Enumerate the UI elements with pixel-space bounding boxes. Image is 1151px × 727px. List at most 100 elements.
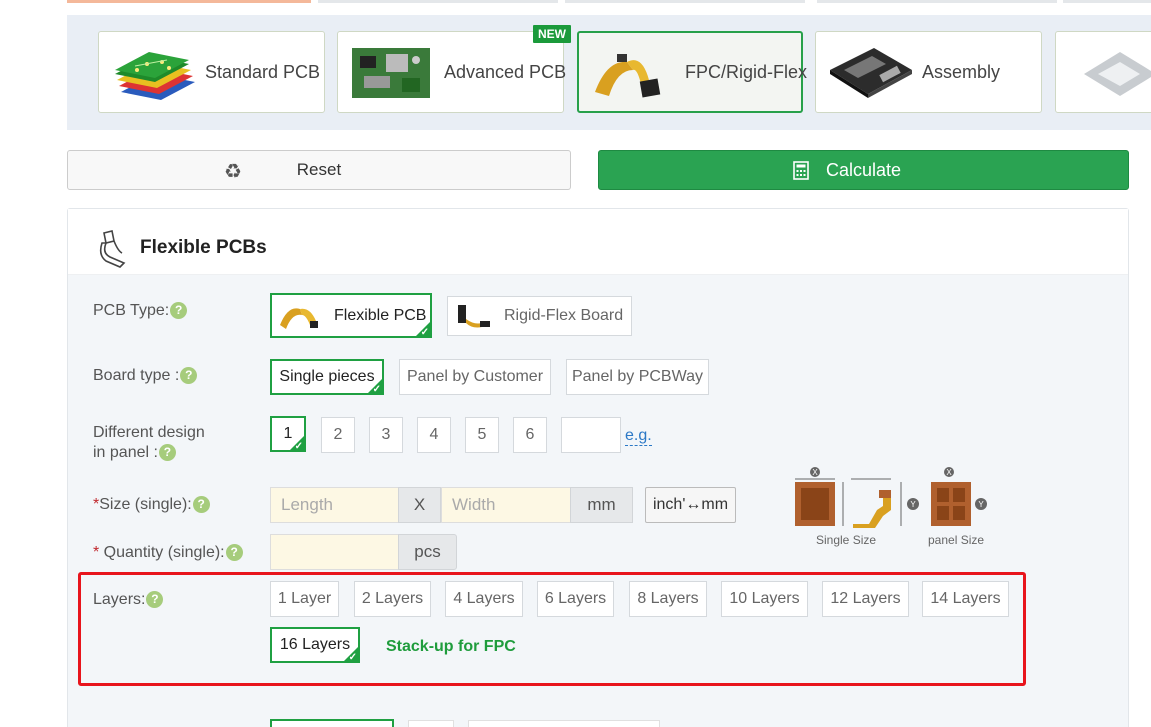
pcb-type-label: PCB Type:?: [93, 301, 188, 321]
top-color-strips: [67, 0, 1151, 3]
option-label: 6: [525, 426, 535, 443]
size-label-text: Size (single):: [99, 496, 192, 513]
standard-pcb-image: [115, 52, 195, 100]
option-label: 10 Layers: [729, 590, 800, 607]
option-design-1[interactable]: 1: [270, 416, 306, 452]
tab-label: FPC/Rigid-Flex: [685, 61, 808, 82]
design-count-input[interactable]: [561, 417, 621, 453]
option-label: Panel by PCBWay: [571, 368, 703, 385]
svg-text:Y: Y: [978, 500, 984, 509]
calculator-icon: [793, 161, 809, 180]
calculate-label: Calculate: [825, 159, 902, 180]
quantity-label: * Quantity (single):?: [93, 543, 243, 563]
option-label: 14 Layers: [930, 590, 1001, 607]
option-label: 2 Layers: [361, 590, 424, 607]
option-16-layers[interactable]: 16 Layers: [270, 627, 360, 663]
option-label: 4: [429, 426, 439, 443]
panel-header: Flexible PCBs: [68, 209, 1128, 275]
unit-toggle-button[interactable]: inch'↔mm: [645, 487, 736, 523]
option-12-layers[interactable]: 12 Layers: [822, 581, 909, 617]
rigid-flex-thumb: [458, 305, 490, 328]
option-8-layers[interactable]: 8 Layers: [629, 581, 707, 617]
reset-label: Reset: [296, 160, 342, 179]
option-design-5[interactable]: 5: [465, 417, 499, 453]
option-label: 1 Layer: [277, 590, 332, 607]
option-label: 3: [381, 426, 391, 443]
quantity-unit: pcs: [398, 534, 457, 570]
option-2-layers[interactable]: 2 Layers: [354, 581, 431, 617]
option-4-layers[interactable]: 4 Layers: [445, 581, 523, 617]
fpc-image: [595, 54, 661, 98]
tab-label: Advanced PCB: [444, 61, 567, 82]
option-label: 16 Layers: [279, 636, 351, 653]
assembly-image: [830, 48, 912, 98]
option-label: 1: [283, 425, 293, 442]
reset-button[interactable]: ♻ Reset: [67, 150, 571, 190]
option-14-layers[interactable]: 14 Layers: [922, 581, 1009, 617]
help-icon[interactable]: ?: [158, 444, 176, 462]
help-icon[interactable]: ?: [170, 302, 188, 320]
stackup-link[interactable]: Stack-up for FPC: [386, 638, 516, 656]
tab-fpc-rigid-flex[interactable]: FPC/Rigid-Flex: [577, 31, 807, 113]
option-single-pieces[interactable]: Single pieces: [270, 359, 384, 395]
next-row-option[interactable]: [270, 719, 394, 727]
tab-stencil[interactable]: [1055, 31, 1151, 113]
help-icon[interactable]: ?: [180, 367, 198, 385]
panel-size-label: panel Size: [928, 533, 985, 547]
tab-advanced-pcb[interactable]: Advanced PCB: [337, 31, 567, 113]
option-label: Rigid-Flex Board: [504, 307, 624, 324]
option-label: 6 Layers: [544, 590, 607, 607]
recycle-icon: ♻: [224, 161, 242, 183]
option-design-6[interactable]: 6: [513, 417, 547, 453]
svg-text:Y: Y: [910, 500, 916, 509]
option-label: Panel by Customer: [406, 368, 544, 385]
flexible-pcb-panel: Flexible PCBs PCB Type:? Flexible PCB Ri…: [67, 208, 1129, 727]
size-separator: X: [398, 487, 441, 523]
quantity-label-text: Quantity (single):: [99, 544, 225, 561]
option-panel-by-pcbway[interactable]: Panel by PCBWay: [566, 359, 709, 395]
option-label: Flexible PCB: [334, 306, 427, 324]
option-label: 4 Layers: [453, 590, 515, 607]
option-6-layers[interactable]: 6 Layers: [537, 581, 614, 617]
size-unit: mm: [570, 487, 633, 523]
tab-assembly[interactable]: Assembly: [815, 31, 1042, 113]
option-design-3[interactable]: 3: [369, 417, 403, 453]
tab-label: Standard PCB: [205, 61, 321, 82]
option-10-layers[interactable]: 10 Layers: [721, 581, 808, 617]
tab-standard-pcb[interactable]: Standard PCB: [98, 31, 325, 113]
length-input[interactable]: Length: [270, 487, 399, 523]
pcb-type-label-text: PCB Type:: [93, 302, 170, 319]
example-link[interactable]: e.g.: [625, 427, 652, 446]
help-icon[interactable]: ?: [225, 544, 243, 562]
panel-title: Flexible PCBs: [140, 237, 267, 258]
different-design-label-line1: Different design: [93, 424, 205, 441]
next-row-option[interactable]: [468, 720, 660, 727]
option-panel-by-customer[interactable]: Panel by Customer: [399, 359, 551, 395]
option-design-4[interactable]: 4: [417, 417, 451, 453]
calculate-button[interactable]: Calculate: [598, 150, 1129, 190]
option-design-2[interactable]: 2: [321, 417, 355, 453]
quantity-input[interactable]: [270, 534, 399, 570]
flex-pcb-thumb: [280, 307, 318, 329]
option-label: 5: [477, 426, 487, 443]
width-input[interactable]: Width: [441, 487, 571, 523]
svg-text:X: X: [812, 468, 818, 477]
board-type-label-text: Board type :: [93, 367, 180, 384]
size-diagram: X Y X Y: [795, 467, 987, 528]
board-type-label: Board type :?: [93, 366, 198, 386]
different-design-label: Different design in panel :?: [93, 423, 205, 463]
different-design-label-line2: in panel :: [93, 444, 158, 461]
option-1-layer[interactable]: 1 Layer: [270, 581, 339, 617]
advanced-pcb-image: [352, 48, 430, 98]
new-badge: NEW: [533, 25, 571, 43]
help-icon[interactable]: ?: [146, 591, 164, 609]
option-label: Single pieces: [279, 368, 375, 385]
help-icon[interactable]: ?: [192, 496, 210, 514]
flex-pcb-icon: [99, 230, 126, 268]
option-flexible-pcb[interactable]: Flexible PCB: [270, 293, 432, 338]
size-label: *Size (single):?: [93, 495, 210, 515]
option-rigid-flex-board[interactable]: Rigid-Flex Board: [447, 296, 632, 336]
option-label: 12 Layers: [830, 590, 901, 607]
next-row-option[interactable]: [408, 720, 454, 727]
stencil-image: [1084, 52, 1151, 96]
